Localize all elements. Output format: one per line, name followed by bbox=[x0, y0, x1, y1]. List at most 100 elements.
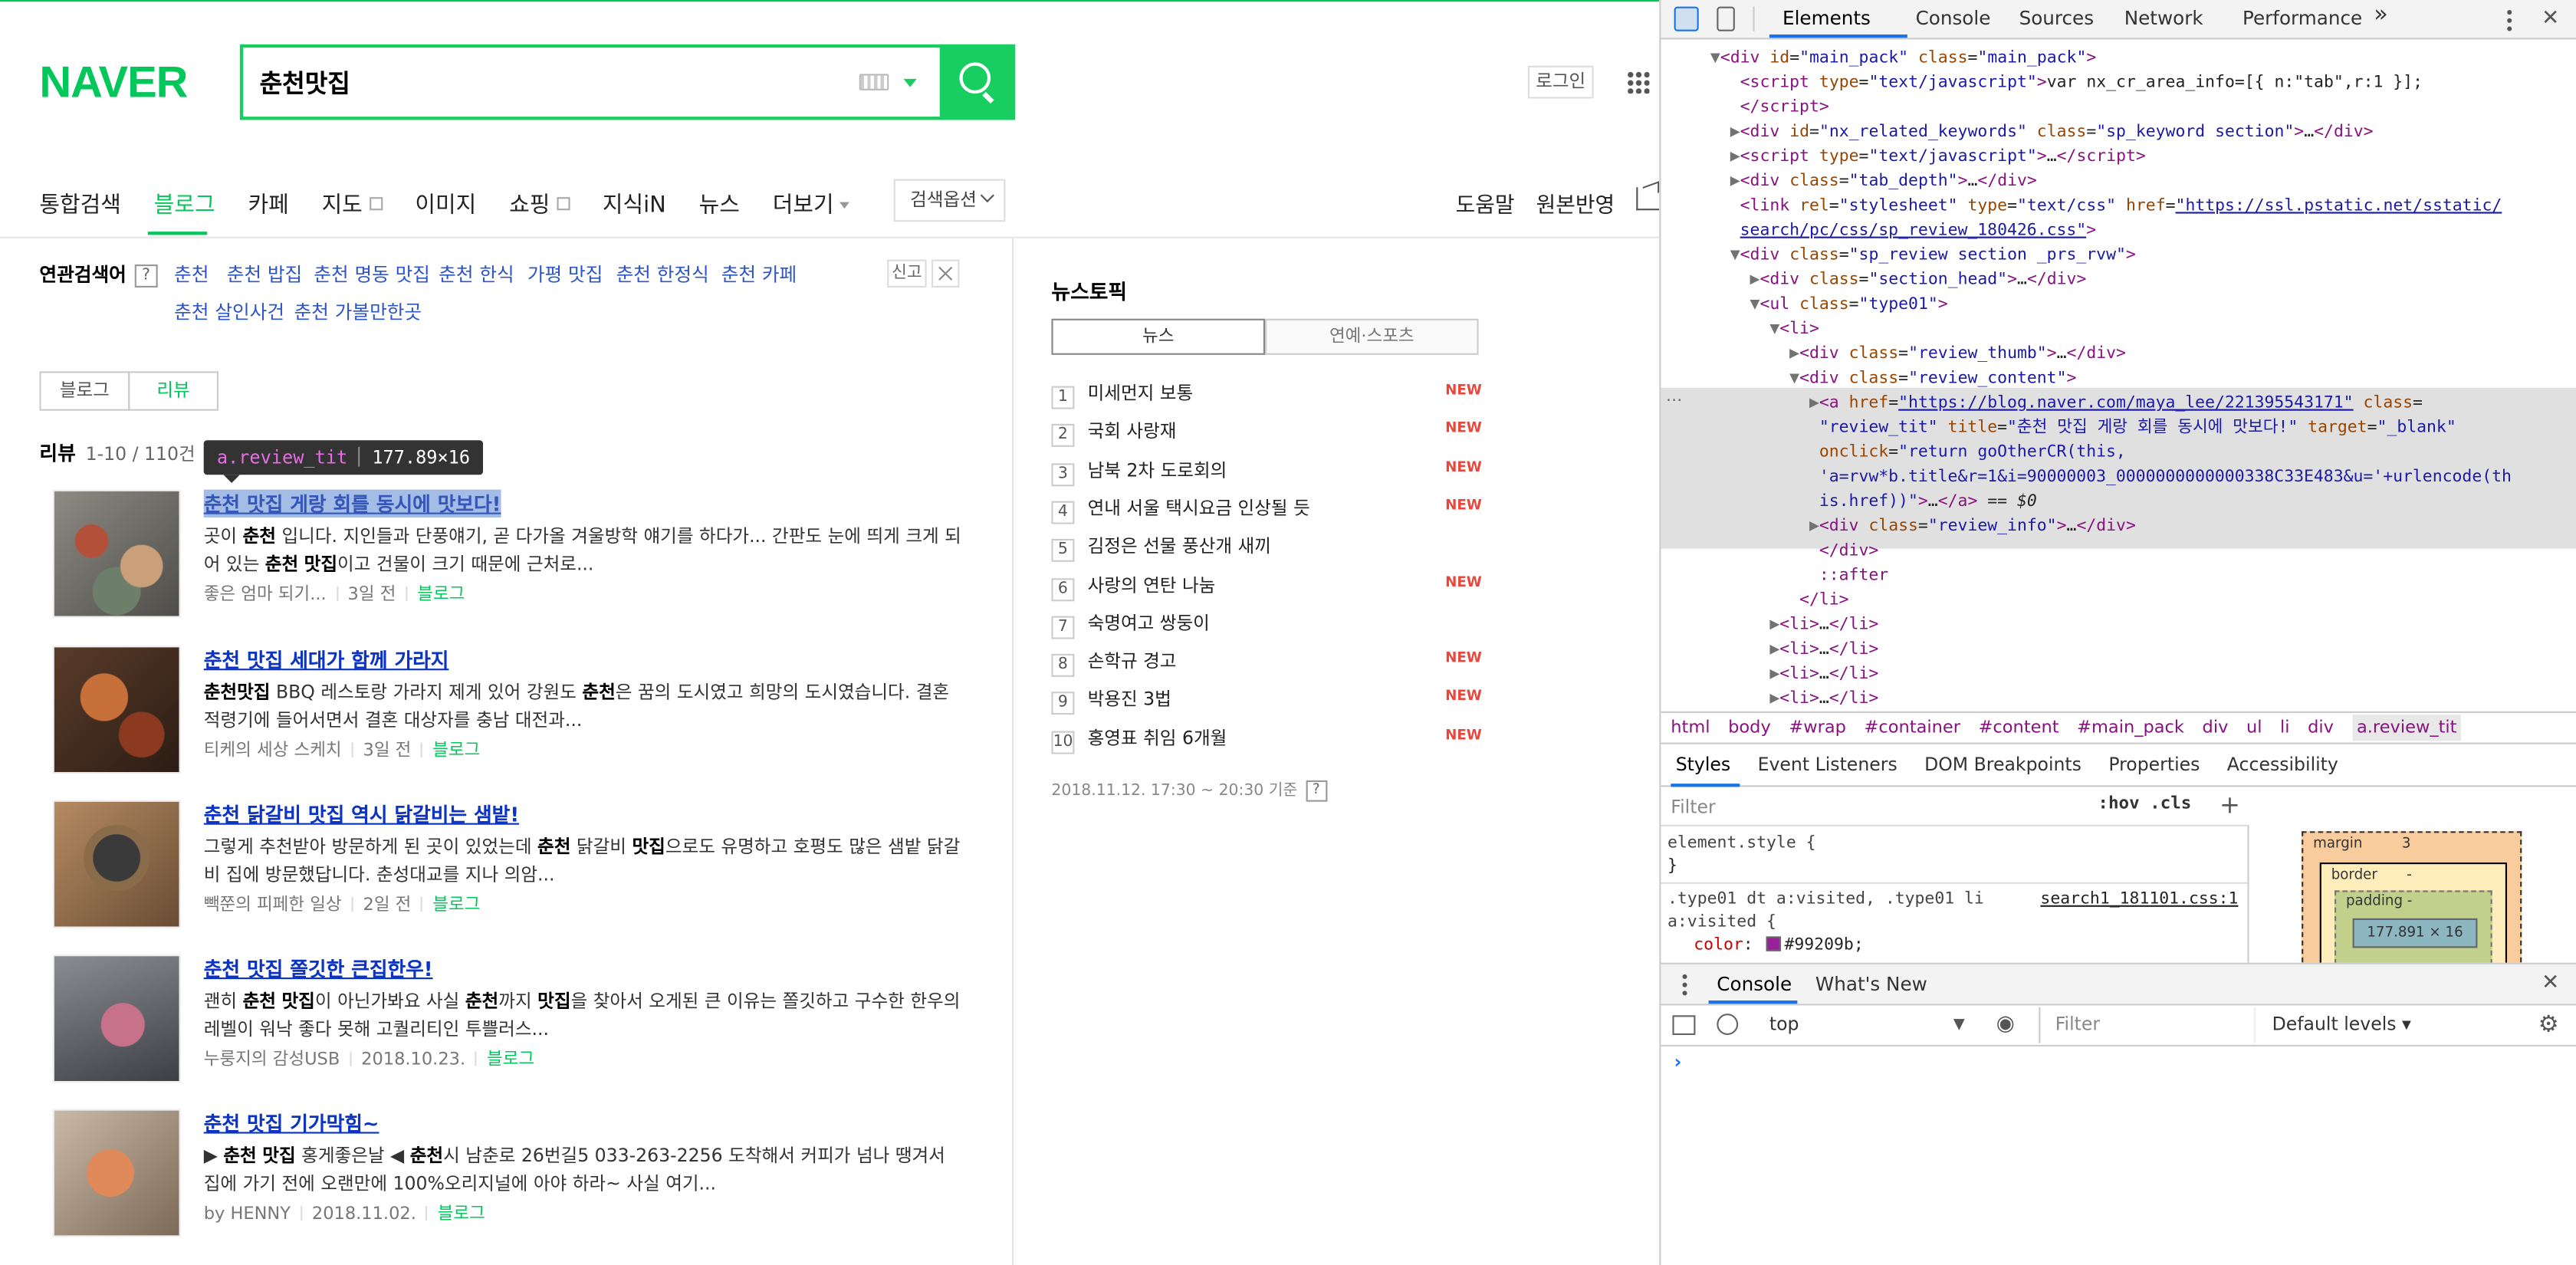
breadcrumb-node[interactable]: #wrap bbox=[1789, 718, 1846, 738]
thumbnail-image[interactable] bbox=[52, 800, 181, 928]
author-link[interactable]: 누룽지의 감성USB bbox=[204, 1050, 340, 1070]
eye-icon[interactable]: ◉ bbox=[1996, 1007, 2015, 1043]
breadcrumb-node[interactable]: #content bbox=[1979, 718, 2059, 738]
tab-more[interactable]: 더보기 bbox=[773, 186, 849, 219]
tab-news[interactable]: 뉴스 bbox=[699, 186, 740, 219]
drawer-tab-console[interactable]: Console bbox=[1717, 964, 1792, 1004]
tab-styles[interactable]: Styles bbox=[1676, 754, 1731, 776]
thumbnail-image[interactable] bbox=[52, 489, 181, 618]
breadcrumb-node[interactable]: ul bbox=[2246, 718, 2262, 738]
new-rule-icon[interactable]: + bbox=[2220, 790, 2240, 820]
tab-properties[interactable]: Properties bbox=[2108, 754, 2200, 776]
tab-all[interactable]: 통합검색 bbox=[39, 186, 120, 219]
tab-accessibility[interactable]: Accessibility bbox=[2227, 754, 2338, 776]
breadcrumb-node[interactable]: a.review_tit bbox=[2351, 715, 2462, 741]
tab-sources[interactable]: Sources bbox=[2019, 7, 2095, 30]
breadcrumb-node[interactable]: div bbox=[2203, 718, 2229, 738]
report-button[interactable]: 신고 bbox=[887, 259, 927, 288]
close-icon[interactable] bbox=[932, 259, 960, 288]
news-headline[interactable]: 연내 서울 택시요금 인상될 듯 bbox=[1088, 498, 1310, 519]
news-item[interactable]: 8 손학규 경고 NEW bbox=[1051, 647, 1482, 678]
css-source-link[interactable]: search1_181101.css:1 bbox=[2040, 887, 2238, 912]
breadcrumb-node[interactable]: li bbox=[2280, 718, 2290, 738]
seg-blog[interactable]: 블로그 bbox=[39, 371, 130, 411]
related-keyword[interactable]: 춘천 한식 bbox=[439, 261, 514, 288]
context-select[interactable]: top bbox=[1769, 1007, 1799, 1043]
login-button[interactable]: 로그인 bbox=[1527, 65, 1594, 99]
related-keyword[interactable]: 춘천 가볼만한곳 bbox=[294, 299, 422, 325]
sidebar-toggle-icon[interactable] bbox=[1672, 1015, 1696, 1035]
news-item[interactable]: 6 사랑의 연탄 나눔 NEW bbox=[1051, 571, 1482, 601]
gear-icon[interactable]: ⚙ bbox=[2538, 1007, 2559, 1043]
chevron-down-icon[interactable]: ▼ bbox=[1953, 1007, 1965, 1043]
author-link[interactable]: 좋은 엄마 되기... bbox=[204, 585, 327, 605]
news-tab[interactable]: 뉴스 bbox=[1051, 318, 1265, 355]
related-keyword[interactable]: 춘천 bbox=[174, 261, 209, 288]
news-headline[interactable]: 남북 2차 도로회의 bbox=[1088, 459, 1227, 481]
thumbnail-image[interactable] bbox=[52, 955, 181, 1083]
tab-elements[interactable]: Elements bbox=[1783, 7, 1871, 30]
tab-image[interactable]: 이미지 bbox=[415, 186, 476, 219]
related-keyword[interactable]: 춘천 밥집 bbox=[227, 261, 303, 288]
search-options-button[interactable]: 검색옵션 bbox=[893, 179, 1006, 222]
tab-shopping[interactable]: 쇼핑 bbox=[509, 186, 570, 219]
entertainment-sports-tab[interactable]: 연예·스포츠 bbox=[1265, 318, 1479, 355]
naver-logo[interactable]: NAVER bbox=[39, 58, 188, 108]
news-headline[interactable]: 손학규 경고 bbox=[1088, 651, 1177, 672]
tab-kin[interactable]: 지식iN bbox=[603, 186, 666, 219]
result-title-link[interactable]: 춘천 맛집 기가막힘~ bbox=[204, 1109, 380, 1136]
result-title-link[interactable]: 춘천 맛집 세대가 함께 가라지 bbox=[204, 646, 449, 673]
clear-console-icon[interactable] bbox=[1717, 1014, 1739, 1035]
related-keyword[interactable]: 가평 맛집 bbox=[527, 261, 603, 288]
news-headline[interactable]: 김정은 선물 풍산개 새끼 bbox=[1088, 536, 1271, 557]
result-title-link[interactable]: 춘천 맛집 게랑 회를 동시에 맛보다! bbox=[203, 489, 501, 518]
apps-grid-icon[interactable] bbox=[1626, 71, 1650, 94]
news-item[interactable]: 3 남북 2차 도로회의 NEW bbox=[1051, 456, 1482, 486]
tab-cafe[interactable]: 카페 bbox=[248, 186, 288, 219]
console-prompt[interactable]: › bbox=[1674, 1051, 1682, 1073]
tab-console[interactable]: Console bbox=[1916, 7, 1991, 30]
search-box[interactable]: 춘천맛집 bbox=[239, 44, 1016, 120]
news-item[interactable]: 7 숙명여고 쌍둥이 bbox=[1051, 610, 1481, 639]
breadcrumb-node[interactable]: body bbox=[1728, 718, 1771, 738]
thumbnail-image[interactable] bbox=[52, 646, 181, 774]
drawer-tab-whats-new[interactable]: What's New bbox=[1815, 964, 1927, 1004]
breadcrumb-node[interactable]: html bbox=[1671, 718, 1710, 738]
news-headline[interactable]: 홍영표 취임 6개월 bbox=[1088, 728, 1227, 749]
seg-review[interactable]: 리뷰 bbox=[128, 371, 219, 411]
more-options-icon[interactable] bbox=[2507, 8, 2512, 31]
more-tabs-icon[interactable]: » bbox=[2374, 2, 2387, 28]
related-keyword[interactable]: 춘천 카페 bbox=[721, 261, 797, 288]
device-toggle-icon[interactable] bbox=[1717, 6, 1735, 31]
tab-network[interactable]: Network bbox=[2124, 7, 2203, 30]
breadcrumb-node[interactable]: #main_pack bbox=[2077, 718, 2184, 738]
log-levels-select[interactable]: Default levels ▾ bbox=[2272, 1007, 2411, 1043]
result-title-link[interactable]: 춘천 닭갈비 맛집 역시 닭갈비는 샘밭! bbox=[204, 800, 519, 828]
close-icon[interactable]: ✕ bbox=[2542, 7, 2559, 31]
console-filter-input[interactable]: Filter bbox=[2055, 1007, 2256, 1043]
news-headline[interactable]: 미세먼지 보통 bbox=[1088, 383, 1194, 404]
hov-cls-toggles[interactable]: :hov .cls bbox=[2098, 794, 2191, 813]
styles-rules[interactable]: element.style { } .type01 dt a:visited, … bbox=[1661, 824, 2249, 963]
news-item[interactable]: 2 국회 사랑재 NEW bbox=[1051, 418, 1482, 448]
tab-dom-breakpoints[interactable]: DOM Breakpoints bbox=[1924, 754, 2082, 776]
related-keyword[interactable]: 춘천 명동 맛집 bbox=[314, 261, 430, 288]
help-icon[interactable]: ? bbox=[134, 264, 158, 288]
tab-map[interactable]: 지도 bbox=[322, 186, 383, 219]
news-headline[interactable]: 숙명여고 쌍둥이 bbox=[1088, 613, 1210, 634]
news-item[interactable]: 4 연내 서울 택시요금 인상될 듯 NEW bbox=[1051, 495, 1482, 524]
news-item[interactable]: 5 김정은 선물 풍산개 새끼 bbox=[1051, 533, 1481, 563]
help-link[interactable]: 도움말 bbox=[1456, 187, 1515, 219]
news-headline[interactable]: 국회 사랑재 bbox=[1088, 421, 1177, 442]
help-icon[interactable]: ? bbox=[1305, 780, 1327, 802]
tab-blog[interactable]: 블로그 bbox=[154, 186, 215, 219]
share-icon[interactable] bbox=[1636, 187, 1660, 211]
news-headline[interactable]: 박용진 3법 bbox=[1088, 689, 1171, 711]
breadcrumb-node[interactable]: div bbox=[2308, 718, 2334, 738]
box-model[interactable]: margin 3 border - padding - 177.891 × 16 bbox=[2252, 824, 2576, 981]
news-item[interactable]: 9 박용진 3법 NEW bbox=[1051, 685, 1482, 715]
styles-filter-input[interactable]: Filter bbox=[1668, 794, 2083, 823]
close-drawer-icon[interactable]: ✕ bbox=[2542, 964, 2559, 1004]
autocomplete-dropdown-icon[interactable] bbox=[903, 78, 917, 87]
tab-event-listeners[interactable]: Event Listeners bbox=[1758, 754, 1898, 776]
